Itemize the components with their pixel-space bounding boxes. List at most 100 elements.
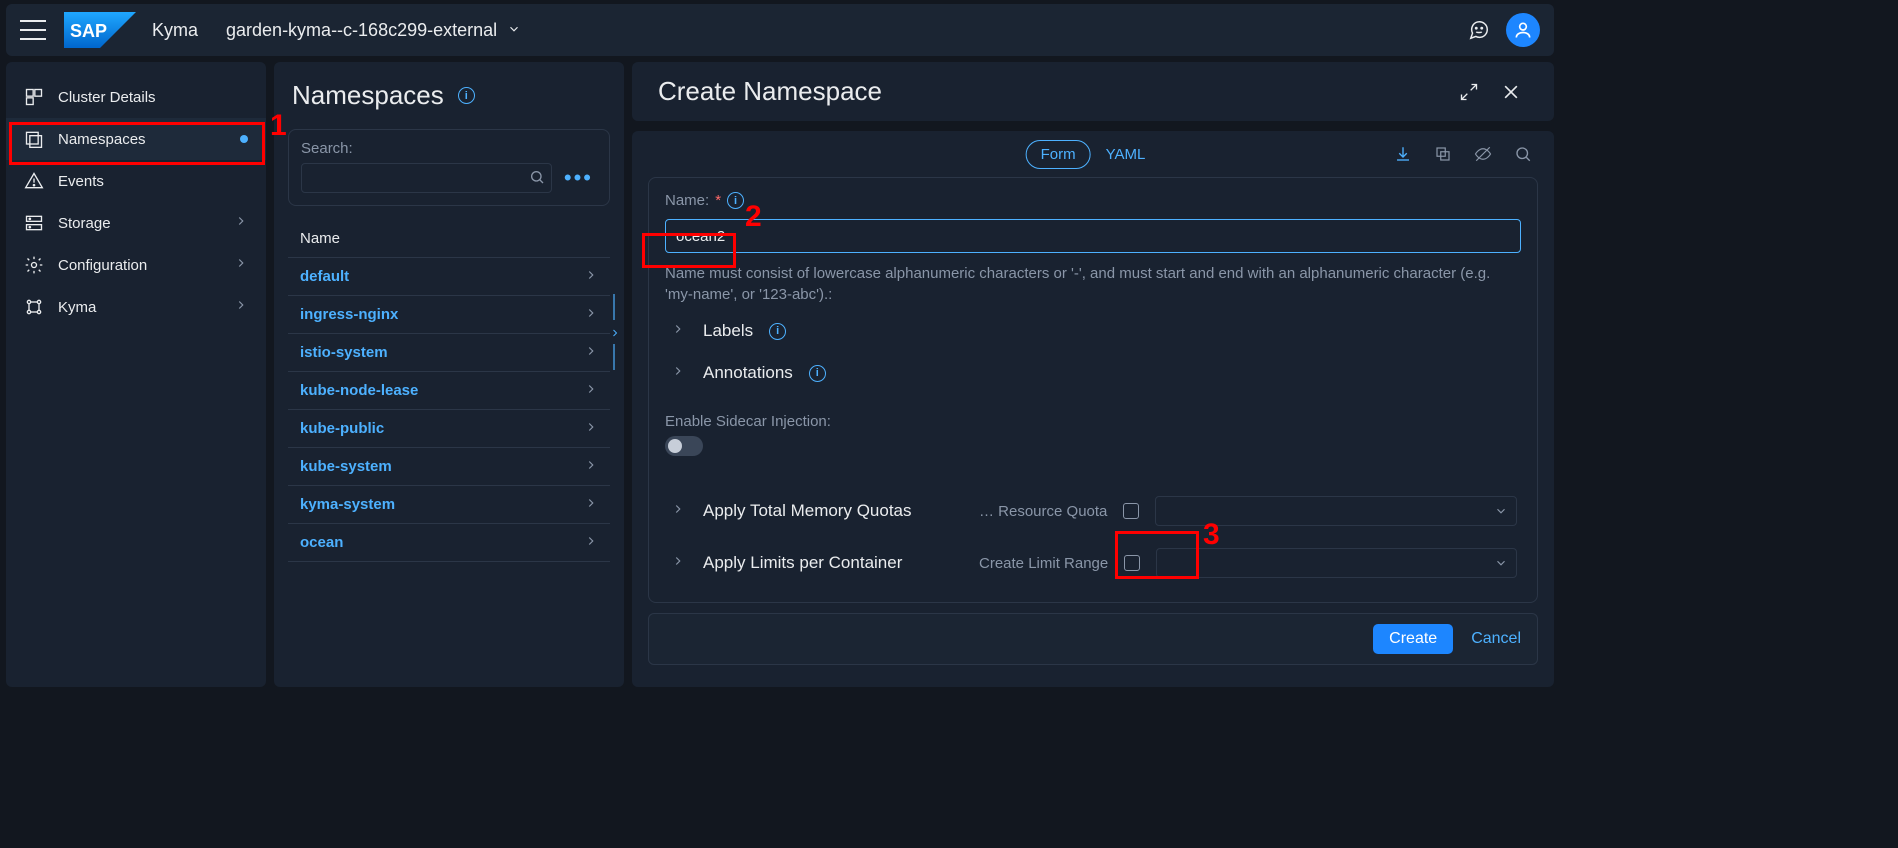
visibility-off-icon[interactable] (1468, 145, 1498, 163)
chevron-right-icon (669, 321, 687, 341)
table-row[interactable]: ingress-nginx (288, 296, 610, 334)
name-input[interactable] (674, 227, 1512, 246)
menu-hamburger[interactable] (20, 20, 46, 40)
namespaces-icon (24, 129, 44, 149)
collapse-handle-icon[interactable] (609, 324, 621, 345)
gear-icon (24, 255, 44, 275)
page-title: Namespaces i (292, 80, 606, 111)
user-avatar[interactable] (1506, 13, 1540, 47)
table-row[interactable]: ocean (288, 524, 610, 562)
main-layout: Cluster Details Namespaces Events Storag… (0, 56, 1560, 693)
form-area: Name:* i Name must consist of lowercase … (648, 177, 1538, 603)
namespace-link[interactable]: kube-public (300, 420, 384, 437)
chevron-right-icon (584, 306, 598, 323)
sidebar-item-label: Namespaces (58, 131, 146, 148)
table-row[interactable]: istio-system (288, 334, 610, 372)
svg-text:SAP: SAP (70, 21, 107, 41)
sidebar-item-label: Kyma (58, 299, 96, 316)
sidebar-item-configuration[interactable]: Configuration (6, 244, 266, 286)
close-icon[interactable] (1494, 82, 1528, 102)
sidebar-item-kyma[interactable]: Kyma (6, 286, 266, 328)
sidebar-item-events[interactable]: Events (6, 160, 266, 202)
cluster-selector[interactable]: garden-kyma--c-168c299-external (226, 20, 521, 41)
info-icon[interactable]: i (809, 365, 826, 382)
create-header: Create Namespace (632, 62, 1554, 121)
chevron-right-icon[interactable] (669, 501, 687, 521)
column-header-name: Name (288, 220, 610, 258)
tab-form[interactable]: Form (1026, 140, 1091, 169)
namespaces-list-panel: Namespaces i Search: ••• Name default ing… (274, 62, 624, 687)
info-icon[interactable]: i (769, 323, 786, 340)
table-row[interactable]: default (288, 258, 610, 296)
limits-select[interactable] (1156, 548, 1517, 578)
create-namespace-panel: Create Namespace Form YAML (632, 62, 1554, 687)
chevron-right-icon (584, 496, 598, 513)
tab-yaml[interactable]: YAML (1091, 140, 1161, 169)
namespace-link[interactable]: istio-system (300, 344, 388, 361)
memory-quota-checkbox[interactable] (1123, 503, 1139, 519)
namespace-link[interactable]: kube-node-lease (300, 382, 418, 399)
limits-checkbox[interactable] (1124, 555, 1140, 571)
sap-logo: SAP (64, 12, 136, 48)
namespace-link[interactable]: default (300, 268, 349, 285)
memory-quota-select[interactable] (1155, 496, 1517, 526)
events-icon (24, 171, 44, 191)
chevron-right-icon (584, 382, 598, 399)
search-icon[interactable] (529, 169, 545, 188)
apply-limits-row: Apply Limits per Container Create Limit … (665, 542, 1521, 584)
chevron-right-icon[interactable] (669, 553, 687, 573)
active-dot-icon (240, 135, 248, 143)
split-handle[interactable] (613, 294, 615, 320)
copy-icon[interactable] (1428, 145, 1458, 163)
kyma-icon (24, 297, 44, 317)
sidebar-item-label: Configuration (58, 257, 147, 274)
cluster-icon (24, 87, 44, 107)
info-icon[interactable]: i (727, 192, 744, 209)
namespace-link[interactable]: kyma-system (300, 496, 395, 513)
apply-memory-row: Apply Total Memory Quotas … Resource Quo… (665, 490, 1521, 532)
split-handle[interactable] (613, 344, 615, 370)
chevron-right-icon (584, 534, 598, 551)
feedback-icon[interactable] (1462, 13, 1496, 47)
namespace-link[interactable]: ingress-nginx (300, 306, 398, 323)
name-input-wrap (665, 219, 1521, 253)
storage-icon (24, 213, 44, 233)
create-body: Form YAML (632, 131, 1554, 687)
footer-actions: Create Cancel (648, 613, 1538, 665)
search-icon[interactable] (1508, 145, 1538, 163)
cancel-link[interactable]: Cancel (1471, 630, 1521, 648)
table-row[interactable]: kube-node-lease (288, 372, 610, 410)
chevron-right-icon (234, 214, 248, 232)
search-input[interactable] (302, 164, 551, 192)
labels-section[interactable]: Labels i (665, 315, 1521, 347)
chevron-right-icon (584, 344, 598, 361)
chevron-down-icon (507, 20, 521, 41)
search-box: Search: ••• (288, 129, 610, 206)
name-label: Name:* i (665, 192, 1521, 209)
sidebar-item-label: Storage (58, 215, 111, 232)
more-actions-icon[interactable]: ••• (560, 165, 597, 191)
table-row[interactable]: kube-system (288, 448, 610, 486)
namespace-link[interactable]: ocean (300, 534, 343, 551)
create-button[interactable]: Create (1373, 624, 1453, 654)
chevron-right-icon (584, 420, 598, 437)
sidebar-item-label: Events (58, 173, 104, 190)
download-icon[interactable] (1388, 145, 1418, 163)
table-row[interactable]: kube-public (288, 410, 610, 448)
expand-icon[interactable] (1452, 82, 1486, 102)
mode-row: Form YAML (648, 145, 1538, 163)
name-help-text: Name must consist of lowercase alphanume… (665, 263, 1521, 305)
sidebar-item-storage[interactable]: Storage (6, 202, 266, 244)
sidebar-item-namespaces[interactable]: Namespaces (6, 118, 266, 160)
chevron-right-icon (584, 458, 598, 475)
table-row[interactable]: kyma-system (288, 486, 610, 524)
namespace-link[interactable]: kube-system (300, 458, 392, 475)
chevron-right-icon (234, 256, 248, 274)
create-title: Create Namespace (658, 76, 882, 107)
annotations-section[interactable]: Annotations i (665, 357, 1521, 389)
search-label: Search: (301, 140, 597, 157)
info-icon[interactable]: i (458, 87, 475, 104)
sidecar-toggle[interactable] (665, 436, 703, 456)
sidecar-label: Enable Sidecar Injection: (665, 413, 1521, 430)
sidebar-item-cluster-details[interactable]: Cluster Details (6, 76, 266, 118)
